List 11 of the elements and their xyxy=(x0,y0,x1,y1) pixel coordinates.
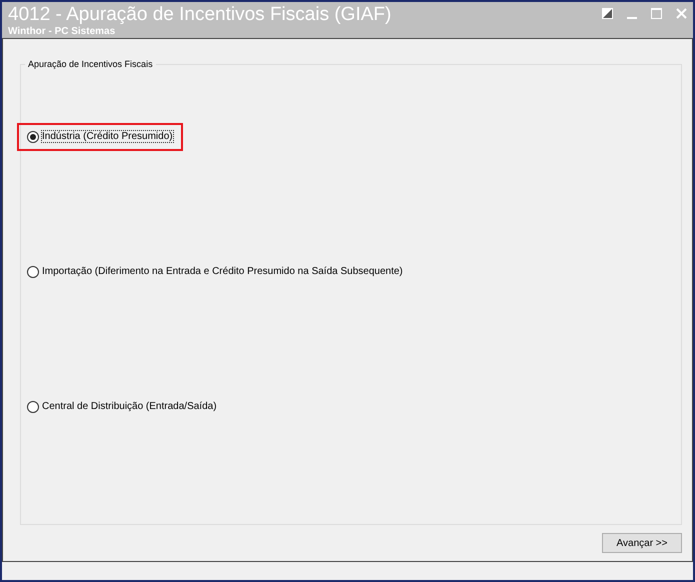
window-title: 4012 - Apuração de Incentivos Fiscais (GIAF) xyxy=(8,4,392,26)
radio-button[interactable] xyxy=(27,130,39,142)
next-button[interactable]: Avançar >> xyxy=(602,533,682,553)
window-subtitle: Winthor - PC Sistemas xyxy=(8,26,116,37)
radio-button[interactable] xyxy=(27,400,39,412)
radio-option[interactable]: Indústria (Crédito Presumido) xyxy=(27,130,173,142)
radio-button[interactable] xyxy=(27,266,39,278)
radio-option[interactable]: Importação (Diferimento na Entrada e Crédito Presumido na Saída Subsequente) xyxy=(27,266,403,278)
group-title: Apuração de Incentivos Fiscais xyxy=(27,59,154,69)
radio-option[interactable]: Central de Distribuição (Entrada/Saída) xyxy=(27,400,217,412)
restore-icon[interactable] xyxy=(602,8,613,19)
